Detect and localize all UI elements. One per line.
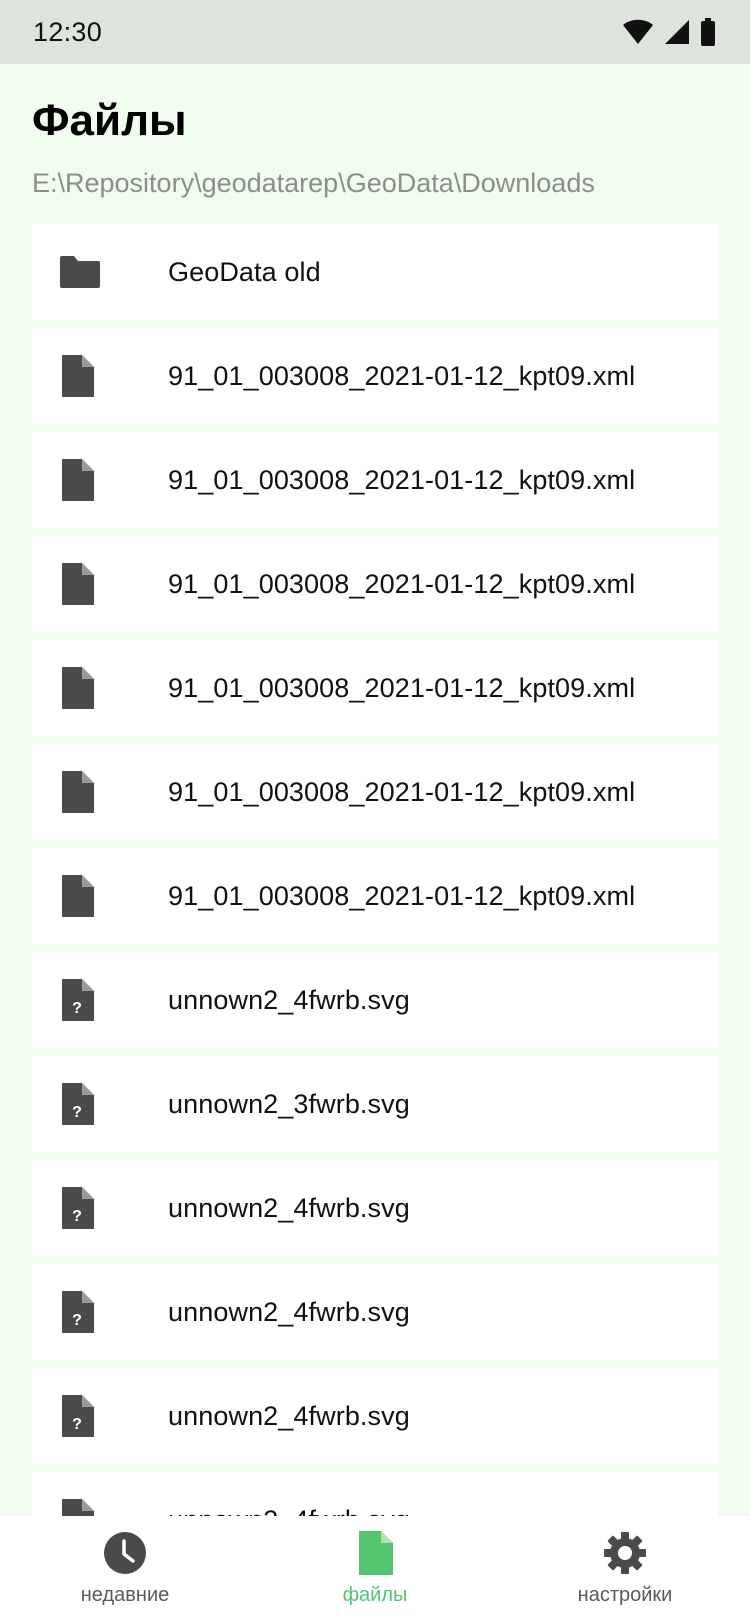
unknown-file-icon: ? bbox=[32, 952, 168, 1048]
battery-icon bbox=[701, 18, 715, 46]
unknown-file-icon: ? bbox=[32, 1264, 168, 1360]
file-row[interactable]: 91_01_003008_2021-01-12_kpt09.xml bbox=[32, 744, 718, 840]
file-icon bbox=[32, 328, 168, 424]
signal-icon bbox=[665, 20, 689, 44]
nav-recent-label: недавние bbox=[80, 1584, 170, 1606]
unknown-file-icon: ? bbox=[32, 1160, 168, 1256]
file-icon bbox=[32, 848, 168, 944]
wifi-icon bbox=[623, 19, 653, 44]
file-name: 91_01_003008_2021-01-12_kpt09.xml bbox=[168, 880, 636, 911]
unknown-file-icon: ? bbox=[32, 1056, 168, 1152]
file-row[interactable]: 91_01_003008_2021-01-12_kpt09.xml bbox=[32, 640, 718, 736]
nav-recent[interactable]: недавние bbox=[0, 1516, 250, 1624]
file-row[interactable]: 91_01_003008_2021-01-12_kpt09.xml bbox=[32, 536, 718, 632]
file-row[interactable]: ?unnown2_4fwrb.svg bbox=[32, 1472, 718, 1516]
bottom-navigation: недавние файлы настройки bbox=[0, 1516, 750, 1624]
file-row[interactable]: ? unnown2_4fwrb.svg bbox=[32, 1264, 718, 1360]
status-icons bbox=[622, 18, 716, 46]
file-icon bbox=[32, 432, 168, 528]
file-row[interactable]: 91_01_003008_2021-01-12_kpt09.xml bbox=[32, 848, 718, 944]
file-icon bbox=[32, 640, 168, 736]
file-row[interactable]: 91_01_003008_2021-01-12_kpt09.xml bbox=[32, 432, 718, 528]
file-row[interactable]: ? unnown2_4fwrb.svg bbox=[32, 1368, 718, 1464]
file-name: 91_01_003008_2021-01-12_kpt09.xml bbox=[168, 360, 636, 391]
svg-text:?: ? bbox=[72, 1104, 82, 1121]
folder-row[interactable]: GeoData old bbox=[32, 224, 718, 320]
file-row[interactable]: ? unnown2_3fwrb.svg bbox=[32, 1056, 718, 1152]
unknown-file-icon: ? bbox=[32, 1472, 168, 1516]
file-row[interactable]: ? unnown2_4fwrb.svg bbox=[32, 1160, 718, 1256]
file-row[interactable]: ? unnown2_4fwrb.svg bbox=[32, 952, 718, 1048]
status-bar: 12:30 bbox=[0, 0, 750, 64]
unknown-file-icon: ? bbox=[32, 1368, 168, 1464]
status-time: 12:30 bbox=[33, 16, 103, 47]
svg-text:?: ? bbox=[72, 1416, 82, 1433]
clock-icon bbox=[104, 1532, 146, 1574]
svg-text:?: ? bbox=[72, 1208, 82, 1225]
current-path: E:\Repository\geodatarep\GeoData\Downloa… bbox=[32, 168, 595, 198]
file-name: unnown2_4fwrb.svg bbox=[168, 1400, 410, 1431]
nav-files[interactable]: файлы bbox=[250, 1516, 500, 1624]
svg-text:?: ? bbox=[72, 1312, 82, 1329]
nav-settings[interactable]: настройки bbox=[500, 1516, 750, 1624]
gear-icon bbox=[604, 1532, 646, 1574]
svg-text:?: ? bbox=[72, 1000, 82, 1017]
folder-icon bbox=[32, 224, 168, 320]
file-list: GeoData old 91_01_003008_2021-01-12_kpt09… bbox=[32, 224, 718, 1516]
file-name: 91_01_003008_2021-01-12_kpt09.xml bbox=[168, 568, 636, 599]
file-name: unnown2_3fwrb.svg bbox=[168, 1088, 410, 1119]
file-icon bbox=[32, 744, 168, 840]
file-icon bbox=[32, 536, 168, 632]
file-name: GeoData old bbox=[168, 256, 321, 287]
file-name: unnown2_4fwrb.svg bbox=[168, 1192, 410, 1223]
nav-settings-label: настройки bbox=[577, 1584, 673, 1606]
file-row[interactable]: 91_01_003008_2021-01-12_kpt09.xml bbox=[32, 328, 718, 424]
file-name: unnown2_4fwrb.svg bbox=[168, 1296, 410, 1327]
nav-files-label: файлы bbox=[342, 1584, 408, 1606]
file-name: 91_01_003008_2021-01-12_kpt09.xml bbox=[168, 672, 636, 703]
file-name: unnown2_4fwrb.svg bbox=[168, 1505, 410, 1517]
file-name: unnown2_4fwrb.svg bbox=[168, 984, 410, 1015]
file-icon bbox=[359, 1531, 393, 1575]
page-title: Файлы bbox=[32, 96, 187, 145]
file-name: 91_01_003008_2021-01-12_kpt09.xml bbox=[168, 464, 636, 495]
file-name: 91_01_003008_2021-01-12_kpt09.xml bbox=[168, 776, 636, 807]
